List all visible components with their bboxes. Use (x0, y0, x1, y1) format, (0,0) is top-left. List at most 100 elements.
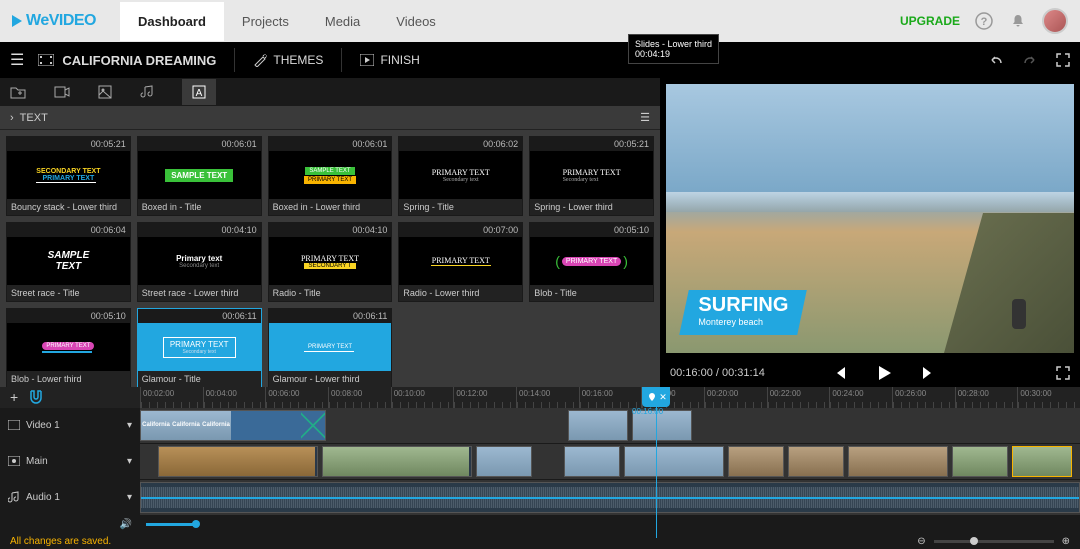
tab-folder-plus-icon[interactable] (10, 85, 26, 99)
preview-time: 00:16:00 / 00:31:14 (670, 367, 765, 379)
themes-button[interactable]: THEMES (253, 53, 323, 67)
thumb-duration: 00:04:10 (269, 223, 392, 237)
expand-icon[interactable] (1056, 53, 1070, 67)
track-content-video1[interactable]: California California California (140, 408, 1080, 443)
volume-control: 🔊 (0, 516, 140, 533)
fullscreen-icon[interactable] (1056, 366, 1070, 380)
track-content-audio1[interactable] (140, 480, 1080, 515)
thumb-label: Radio - Title (269, 285, 392, 301)
track-content-main[interactable]: ✎ FX 🗑 (140, 444, 1080, 479)
text-template-thumb[interactable]: 00:06:11 PRIMARY TEXTSecondary text Glam… (137, 308, 262, 387)
text-template-thumb[interactable]: 00:06:11 PRIMARY TEXT Glamour - Lower th… (268, 308, 393, 387)
bell-icon[interactable] (1008, 11, 1028, 31)
clip[interactable] (568, 410, 628, 441)
clip[interactable] (728, 446, 784, 477)
text-template-thumb[interactable]: 00:06:02 PRIMARY TEXTSecondary text Spri… (398, 136, 523, 216)
clip[interactable] (624, 446, 724, 477)
ruler-ticks[interactable]: 00:02:0000:04:0000:06:0000:08:0000:10:00… (140, 387, 1080, 408)
chevron-down-icon[interactable]: ▾ (127, 420, 132, 431)
chevron-right-icon[interactable]: › (10, 112, 14, 124)
text-template-thumb[interactable]: 00:06:04 SAMPLE TEXT Street race - Title (6, 222, 131, 302)
library-header: › TEXT ☰ (0, 106, 660, 130)
help-icon[interactable]: ? (974, 11, 994, 31)
thumb-preview: PRIMARY TEXTSECONDARY T (269, 237, 392, 285)
volume-icon[interactable]: 🔊 (120, 519, 132, 530)
text-template-thumb[interactable]: 00:04:10 Primary textSecondary text Stre… (137, 222, 262, 302)
nav-media[interactable]: Media (307, 2, 378, 41)
clip[interactable] (848, 446, 948, 477)
zoom-controls: ⊖ ⊕ (917, 536, 1070, 547)
chevron-down-icon[interactable]: ▾ (127, 492, 132, 503)
ruler-tick: 00:06:00 (265, 387, 328, 408)
text-template-thumb[interactable]: 00:04:10 PRIMARY TEXTSECONDARY T Radio -… (268, 222, 393, 302)
tooltip-dur: 00:04:19 (635, 49, 712, 59)
track-label: Main (26, 456, 48, 467)
nav-projects[interactable]: Projects (224, 2, 307, 41)
ruler-tick: 00:08:00 (328, 387, 391, 408)
undo-icon[interactable] (988, 53, 1004, 67)
clip[interactable]: California California California (140, 410, 326, 441)
logo[interactable]: WeVIDEO (12, 12, 96, 30)
overlay-title: SURFING (698, 294, 788, 317)
playhead[interactable]: ✕ 00:16:00 (656, 387, 657, 538)
preview-video[interactable]: SURFING Monterey beach (666, 84, 1074, 353)
sub-nav: ☰ CALIFORNIA DREAMING THEMES FINISH (0, 42, 1080, 78)
ruler-tick: 00:24:00 (829, 387, 892, 408)
avatar[interactable] (1042, 8, 1068, 34)
clip[interactable] (564, 446, 620, 477)
text-template-thumb[interactable]: 00:05:21 PRIMARY TEXTSecondary text Spri… (529, 136, 654, 216)
library-header-label: TEXT (20, 112, 48, 124)
text-template-thumb[interactable]: 00:05:21 SECONDARY TEXTPRIMARY TEXT Boun… (6, 136, 131, 216)
playhead-label: 00:16:00 (632, 407, 663, 416)
thumb-duration: 00:05:21 (7, 137, 130, 151)
prev-button[interactable] (832, 365, 848, 381)
text-template-thumb[interactable]: 00:06:01 SAMPLE TEXTPRIMARY TEXT Boxed i… (268, 136, 393, 216)
zoom-out-icon[interactable]: ⊖ (917, 536, 925, 547)
thumb-label: Blob - Title (530, 285, 653, 301)
track-video1: Video 1 ▾ California California Californ… (0, 408, 1080, 444)
tab-video-icon[interactable] (54, 86, 70, 98)
tab-audio-icon[interactable] (140, 85, 154, 99)
ruler-tick: 00:14:00 (516, 387, 579, 408)
chevron-down-icon[interactable]: ▾ (127, 456, 132, 467)
clip[interactable] (158, 446, 318, 477)
magnet-icon[interactable] (28, 389, 44, 405)
clip[interactable] (322, 446, 472, 477)
play-button[interactable] (874, 363, 894, 383)
text-template-thumb[interactable]: 00:06:01 SAMPLE TEXT Boxed in - Title (137, 136, 262, 216)
tab-image-icon[interactable] (98, 85, 112, 99)
add-track-icon[interactable]: + (10, 389, 18, 405)
text-template-thumb[interactable]: 00:07:00 PRIMARY TEXT Radio - Lower thir… (398, 222, 523, 302)
track-header-audio1: Audio 1 ▾ (0, 480, 140, 515)
list-view-icon[interactable]: ☰ (640, 111, 650, 124)
wand-icon (253, 53, 267, 67)
close-marker-icon[interactable]: ✕ (659, 392, 667, 403)
redo-icon[interactable] (1022, 53, 1038, 67)
project-title: CALIFORNIA DREAMING (38, 53, 216, 68)
svg-text:A: A (196, 88, 203, 99)
zoom-slider[interactable] (934, 540, 1054, 543)
finish-button[interactable]: FINISH (360, 53, 419, 67)
nav-dashboard[interactable]: Dashboard (120, 2, 224, 41)
ruler-tick: 00:02:00 (140, 387, 203, 408)
menu-toggle-icon[interactable]: ☰ (10, 50, 24, 70)
ruler-tick: 00:04:00 (203, 387, 266, 408)
thumb-duration: 00:05:10 (7, 309, 130, 323)
text-template-thumb[interactable]: 00:05:10 (PRIMARY TEXT) Blob - Title (529, 222, 654, 302)
thumb-label: Boxed in - Title (138, 199, 261, 215)
nav-videos[interactable]: Videos (378, 2, 454, 41)
clip[interactable] (788, 446, 844, 477)
zoom-in-icon[interactable]: ⊕ (1062, 536, 1070, 547)
clip-selected[interactable]: ✎ FX 🗑 (1012, 446, 1072, 477)
ruler-tools: + (0, 387, 140, 408)
audio-clip[interactable] (140, 482, 1080, 513)
next-button[interactable] (920, 365, 936, 381)
tab-text-icon[interactable]: A (182, 79, 216, 105)
upgrade-link[interactable]: UPGRADE (900, 14, 960, 28)
volume-slider[interactable] (146, 523, 196, 526)
clip[interactable] (952, 446, 1008, 477)
clip-thumb: California (201, 411, 231, 440)
thumb-duration: 00:04:10 (138, 223, 261, 237)
clip[interactable] (476, 446, 532, 477)
text-template-thumb[interactable]: 00:05:10 PRIMARY TEXT Blob - Lower third (6, 308, 131, 387)
